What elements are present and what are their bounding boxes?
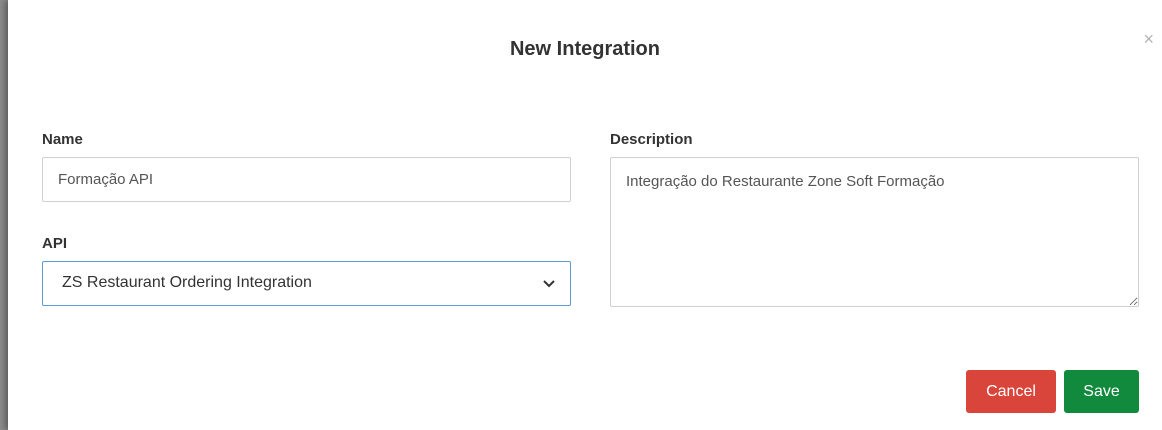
dialog-title: New Integration [509,38,660,60]
close-icon[interactable]: × [1143,30,1154,48]
api-select[interactable]: ZS Restaurant Ordering Integration [42,261,571,306]
name-label: Name [42,131,83,148]
save-button[interactable]: Save [1064,370,1139,413]
api-select-value: ZS Restaurant Ordering Integration [62,274,312,291]
chevron-down-icon [543,280,555,288]
description-label: Description [610,131,693,148]
api-label: API [42,235,68,252]
description-textarea[interactable]: Integração do Restaurante Zone Soft Form… [610,157,1139,307]
new-integration-dialog: New Integration × Name API ZS Restaurant… [8,0,1162,430]
name-input[interactable] [42,157,571,202]
cancel-button[interactable]: Cancel [966,370,1056,413]
